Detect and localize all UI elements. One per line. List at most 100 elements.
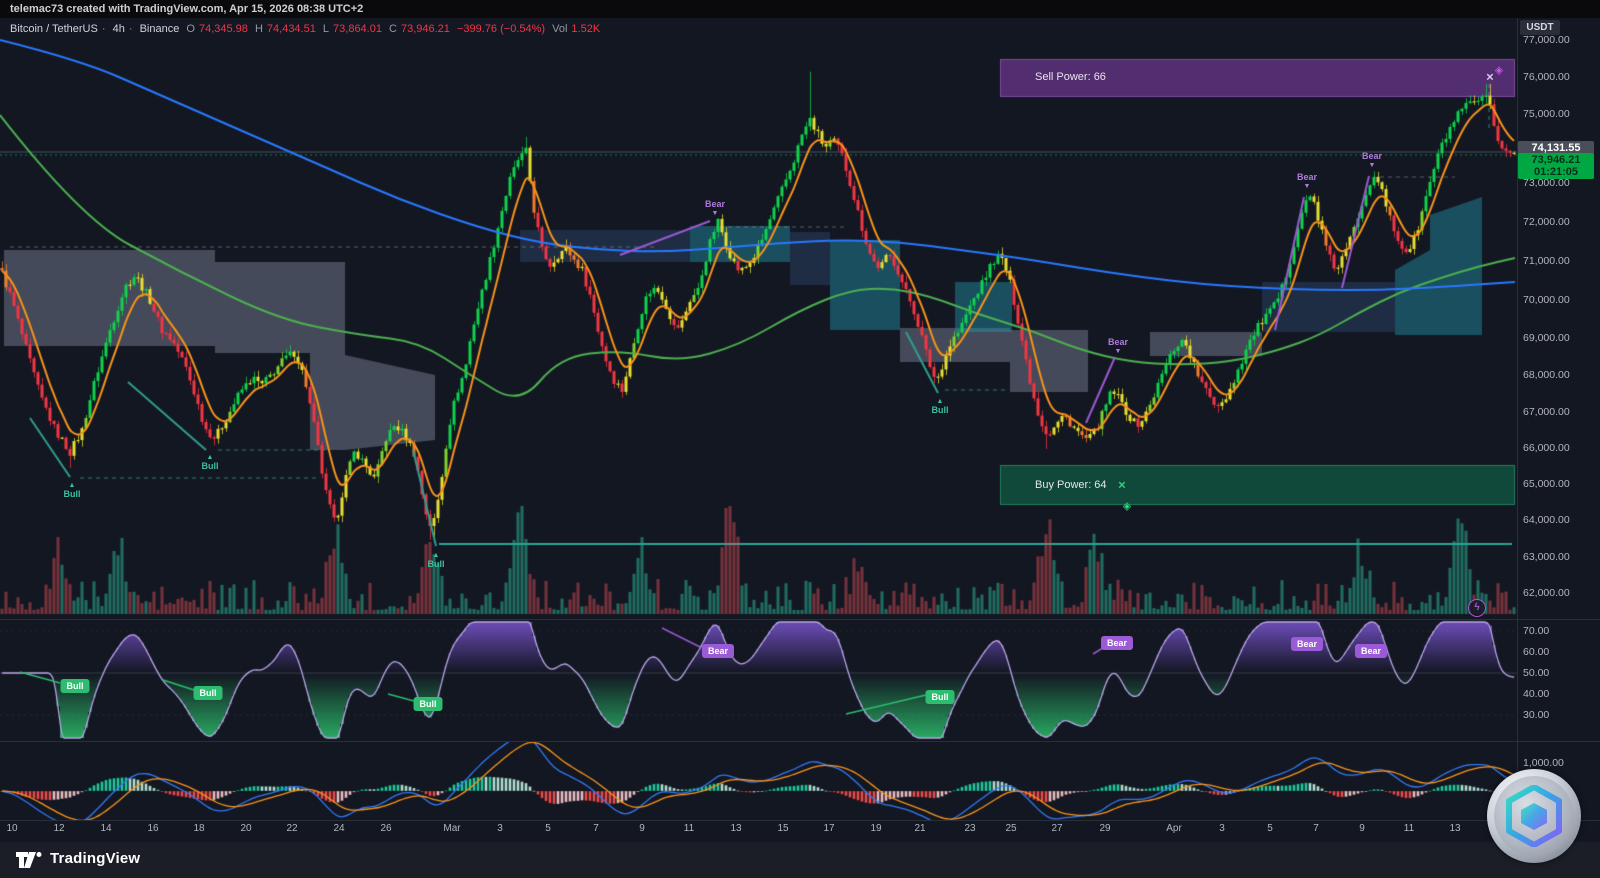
time-axis-tick: 9 bbox=[1359, 823, 1365, 834]
chart-canvas[interactable] bbox=[0, 0, 1600, 878]
legend-symbol: Bitcoin / TetherUS bbox=[10, 23, 98, 35]
price-axis-tick: 68,000.00 bbox=[1523, 369, 1570, 381]
ohlc-open-value: 74,345.98 bbox=[198, 23, 248, 35]
rsi-axis-tick: 40.00 bbox=[1523, 688, 1550, 700]
bull-signal-marker[interactable]: ▲ Bull bbox=[202, 453, 219, 471]
price-axis-tick: 71,000.00 bbox=[1523, 255, 1570, 267]
price-axis-tick: 69,000.00 bbox=[1523, 332, 1570, 344]
volume-value: 1.52K bbox=[571, 23, 601, 35]
time-axis-tick: Mar bbox=[443, 823, 461, 834]
time-axis-tick: 18 bbox=[193, 823, 205, 834]
price-axis-tick: 72,000.00 bbox=[1523, 216, 1570, 228]
buy-signal-x-icon: ✕ bbox=[1117, 480, 1127, 492]
time-axis-tick: 20 bbox=[240, 823, 252, 834]
time-axis-tick: 11 bbox=[683, 823, 695, 834]
price-axis-tick: 64,000.00 bbox=[1523, 514, 1570, 526]
rsi-bull-badge[interactable]: Bull bbox=[60, 679, 90, 693]
bear-signal-label: Bear bbox=[1361, 151, 1383, 161]
bear-signal-marker[interactable]: Bear ▼ bbox=[1297, 173, 1317, 191]
bull-signal-marker[interactable]: ▲ Bull bbox=[932, 397, 949, 415]
rsi-bull-badge[interactable]: Bull bbox=[925, 690, 955, 704]
tradingview-logo-icon[interactable] bbox=[16, 851, 44, 869]
time-axis-tick: 29 bbox=[1099, 823, 1111, 834]
legend-exchange: Binance bbox=[139, 23, 180, 35]
auto-signal-button[interactable]: ϟ bbox=[1468, 599, 1486, 617]
bear-triangle-icon: ▼ bbox=[1114, 348, 1122, 355]
tradingview-chart-page: telemac73 created with TradingView.com, … bbox=[0, 0, 1600, 878]
rsi-bear-badge[interactable]: Bear bbox=[1290, 637, 1324, 651]
time-axis-tick: 3 bbox=[497, 823, 503, 834]
bear-signal-marker[interactable]: Bear ▼ bbox=[1108, 338, 1128, 356]
bull-signal-marker[interactable]: ▲ Bull bbox=[428, 551, 445, 569]
sell-diamond-icon: ◈ bbox=[1494, 64, 1504, 77]
rsi-bear-badge[interactable]: Bear bbox=[1354, 644, 1388, 658]
sell-power-label[interactable]: Sell Power: 66 bbox=[1035, 71, 1106, 83]
price-axis-tick: 65,000.00 bbox=[1523, 478, 1570, 490]
time-axis-tick: 15 bbox=[777, 823, 789, 834]
rsi-bull-badge[interactable]: Bull bbox=[193, 686, 223, 700]
bear-signal-label: Bear bbox=[1296, 172, 1318, 182]
bear-signal-label: Bear bbox=[1107, 337, 1129, 347]
price-axis-tick: 62,000.00 bbox=[1523, 587, 1570, 599]
panel-separator[interactable] bbox=[0, 741, 1600, 742]
ohlc-change: −399.76 (−0.54%) bbox=[456, 23, 546, 35]
price-axis-tick: 67,000.00 bbox=[1523, 406, 1570, 418]
ohlc-open-key: O bbox=[186, 23, 195, 35]
bear-signal-marker[interactable]: Bear ▼ bbox=[705, 200, 725, 218]
time-axis-tick: 16 bbox=[147, 823, 159, 834]
time-axis-tick: 10 bbox=[6, 823, 18, 834]
time-axis-tick: 7 bbox=[593, 823, 599, 834]
time-axis-tick: 26 bbox=[380, 823, 392, 834]
ohlc-high-key: H bbox=[254, 23, 263, 35]
price-axis-tick: 75,000.00 bbox=[1523, 108, 1570, 120]
watermark-coin-badge bbox=[1487, 769, 1581, 863]
rsi-bear-badge[interactable]: Bear bbox=[1100, 636, 1134, 650]
time-axis-tick: 22 bbox=[286, 823, 298, 834]
bull-signal-label: Bull bbox=[63, 489, 81, 499]
tradingview-brand[interactable]: TradingView bbox=[50, 850, 140, 867]
bull-signal-label: Bull bbox=[201, 461, 219, 471]
time-axis-tick: 13 bbox=[730, 823, 742, 834]
time-axis-tick: 17 bbox=[823, 823, 835, 834]
last-price-value: 73,946.21 bbox=[1531, 154, 1581, 166]
buy-power-label[interactable]: Buy Power: 64 bbox=[1035, 479, 1107, 491]
ohlc-low-value: 73,864.01 bbox=[333, 23, 382, 35]
rsi-axis-tick: 50.00 bbox=[1523, 667, 1550, 679]
bull-signal-label: Bull bbox=[427, 559, 445, 569]
time-axis-tick: 24 bbox=[333, 823, 345, 834]
time-axis-separator bbox=[0, 820, 1600, 821]
time-axis-tick: 12 bbox=[53, 823, 65, 834]
lightning-icon: ϟ bbox=[1474, 602, 1480, 613]
volume-key: Vol bbox=[552, 23, 568, 35]
time-axis-tick: 5 bbox=[545, 823, 551, 834]
rsi-bear-badge[interactable]: Bear bbox=[701, 644, 735, 658]
time-axis-tick: 11 bbox=[1403, 823, 1415, 834]
symbol-legend[interactable]: Bitcoin / TetherUS · 4h · Binance O 74,345.… bbox=[10, 23, 604, 35]
panel-separator[interactable] bbox=[0, 619, 1600, 620]
bar-countdown: 01:21:05 bbox=[1533, 166, 1579, 178]
bear-triangle-icon: ▼ bbox=[711, 210, 719, 217]
time-axis-tick: 25 bbox=[1005, 823, 1017, 834]
ohlc-close-key: C bbox=[389, 23, 397, 35]
rsi-bull-badge[interactable]: Bull bbox=[413, 697, 443, 711]
time-axis-tick: 19 bbox=[870, 823, 882, 834]
time-axis-tick: Apr bbox=[1166, 823, 1182, 834]
rsi-axis-tick: 60.00 bbox=[1523, 646, 1550, 658]
ohlc-close-value: 73,946.21 bbox=[400, 23, 450, 35]
bear-signal-marker[interactable]: Bear ▼ bbox=[1362, 152, 1382, 170]
price-axis-tick: 63,000.00 bbox=[1523, 551, 1570, 563]
bull-signal-label: Bull bbox=[931, 405, 949, 415]
time-axis-tick: 13 bbox=[1449, 823, 1461, 834]
time-axis-tick: 14 bbox=[100, 823, 112, 834]
buy-diamond-icon: ◈ bbox=[1122, 500, 1132, 513]
ohlc-low-key: L bbox=[322, 23, 330, 35]
time-axis-tick: 5 bbox=[1267, 823, 1273, 834]
bear-signal-label: Bear bbox=[704, 199, 726, 209]
price-axis-tick: 76,000.00 bbox=[1523, 71, 1570, 83]
sell-signal-x-icon: ✕ bbox=[1485, 72, 1495, 84]
currency-badge: USDT bbox=[1520, 20, 1560, 35]
price-axis-tick: 77,000.00 bbox=[1523, 34, 1570, 46]
legend-separator: · bbox=[128, 23, 133, 35]
legend-separator: · bbox=[101, 23, 106, 35]
bull-signal-marker[interactable]: ▲ Bull bbox=[64, 481, 81, 499]
